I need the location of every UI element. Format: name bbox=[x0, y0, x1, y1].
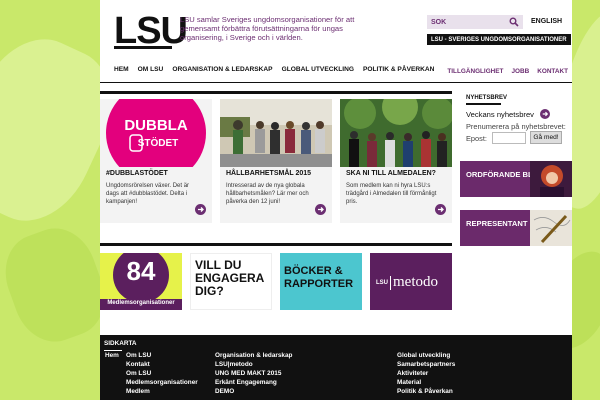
sitemap-link[interactable]: Hem bbox=[105, 351, 119, 360]
search-icon[interactable] bbox=[509, 17, 519, 27]
sitemap-link[interactable]: Politik & Påverkan bbox=[397, 387, 455, 396]
card-title: SKA NI TILL ALMEDALEN? bbox=[346, 170, 436, 177]
sitemap-link[interactable]: DEMO bbox=[215, 387, 292, 396]
card-text: Intresserad av de nya globala hållbarhet… bbox=[226, 183, 309, 205]
sitemap-link[interactable]: Om LSU bbox=[126, 351, 198, 360]
sitemap-link[interactable]: Samarbetspartners bbox=[397, 360, 455, 369]
sitemap-link[interactable]: Kontakt bbox=[126, 360, 198, 369]
sitemap-link[interactable]: Material bbox=[397, 378, 455, 387]
metodo-text: metodo bbox=[393, 274, 438, 290]
sitemap-heading: SIDKARTA bbox=[104, 340, 137, 347]
org-banner: LSU - SVERIGES UNGDOMSORGANISATIONER bbox=[427, 34, 571, 45]
nav-item-tillganglighet[interactable]: TILLGÄNGLIGHET bbox=[447, 68, 503, 75]
search-box bbox=[427, 15, 523, 29]
sitemap-link[interactable]: Om LSU bbox=[126, 369, 198, 378]
section-rule bbox=[100, 91, 452, 94]
subscribe-button[interactable]: Gå med! bbox=[530, 131, 562, 144]
newsletter-link-label: Veckans nyhetsbrev bbox=[466, 109, 534, 119]
nav-item-kontakt[interactable]: KONTAKT bbox=[537, 68, 568, 75]
sitemap-link[interactable]: Aktiviteter bbox=[397, 369, 455, 378]
card-image: DUBBLA STÖDET bbox=[100, 99, 212, 167]
newsletter-heading: NYHETSBREV bbox=[466, 95, 508, 101]
card-image-line-2: STÖDET bbox=[138, 136, 179, 149]
email-label: Epost: bbox=[466, 134, 487, 143]
engagera-text: VILL DU ENGAGERA DIG? bbox=[195, 258, 264, 298]
site-logo[interactable]: LSU bbox=[114, 12, 188, 50]
arrow-right-icon[interactable] bbox=[195, 204, 206, 215]
pen-photo bbox=[530, 210, 572, 246]
sitemap-link[interactable]: Medlemsorganisationer bbox=[126, 378, 198, 387]
nav-item-politik[interactable]: POLITIK & PÅVERKAN bbox=[363, 66, 441, 73]
newsletter-link[interactable]: Veckans nyhetsbrev bbox=[466, 109, 550, 119]
sitemap-link[interactable]: Erkänt Engagemang bbox=[215, 378, 292, 387]
sitemap-col-2: Organisation & ledarskap LSU|metodo UNG … bbox=[215, 351, 292, 396]
logo-underline bbox=[114, 46, 172, 49]
sitemap-link[interactable]: Medlem bbox=[126, 387, 198, 396]
metodo-logo: LSU metodo bbox=[376, 274, 438, 291]
newsletter-underline bbox=[466, 103, 501, 105]
card-text: Som medlem kan ni hyra LSU:s trädgård i … bbox=[346, 183, 437, 205]
metodo-prefix: LSU bbox=[376, 279, 388, 286]
page-container: LSU LSU samlar Sveriges ungdomsorganisat… bbox=[100, 0, 572, 400]
card-image-line-1: DUBBLA bbox=[124, 117, 187, 134]
sitemap-link[interactable]: LSU|metodo bbox=[215, 360, 292, 369]
bocker-text: BÖCKER & RAPPORTER bbox=[284, 265, 354, 290]
nav-item-om-lsu[interactable]: OM LSU bbox=[138, 66, 171, 73]
sitemap-link[interactable]: Organisation & ledarskap bbox=[215, 351, 292, 360]
card-image bbox=[340, 99, 452, 167]
background-shape bbox=[0, 217, 117, 353]
card-title: #DUBBLASTÖDET bbox=[106, 170, 168, 177]
sitemap-footer: SIDKARTA Hem Om LSU Kontakt Om LSU Medle… bbox=[100, 335, 572, 400]
site-tagline: LSU samlar Sveriges ungdomsorganisatione… bbox=[180, 15, 355, 42]
nav-item-hem[interactable]: HEM bbox=[114, 66, 136, 73]
section-rule bbox=[100, 243, 452, 246]
featured-card[interactable]: DUBBLA STÖDET #DUBBLASTÖDET Ungdomsrörel… bbox=[100, 99, 212, 223]
arrow-right-icon[interactable] bbox=[315, 204, 326, 215]
utility-navigation: TILLGÄNGLIGHET JOBB KONTAKT bbox=[447, 68, 568, 75]
arrow-right-icon bbox=[539, 109, 550, 119]
card-image bbox=[220, 99, 332, 167]
sitemap-col-3: Global utveckling Samarbetspartners Akti… bbox=[397, 351, 455, 396]
blogger-photo bbox=[530, 161, 572, 197]
language-link-english[interactable]: ENGLISH bbox=[531, 18, 562, 25]
sitemap-col-1b: Om LSU Kontakt Om LSU Medlemsorganisatio… bbox=[126, 351, 198, 396]
tile-metodo[interactable]: LSU metodo bbox=[370, 253, 452, 310]
blog-link-ordforande[interactable]: ORDFÖRANDE BLOGGEN bbox=[460, 161, 572, 197]
tile-bocker-rapporter[interactable]: BÖCKER & RAPPORTER bbox=[280, 253, 362, 310]
featured-card[interactable]: HÅLLBARHETSMÅL 2015 Intresserad av de ny… bbox=[220, 99, 332, 223]
card-title: HÅLLBARHETSMÅL 2015 bbox=[226, 170, 312, 177]
nav-divider bbox=[100, 82, 572, 83]
member-caption: Medlemsorganisationer bbox=[107, 300, 175, 306]
sitemap-link[interactable]: UNG MED MAKT 2015 bbox=[215, 369, 292, 378]
tile-engagera[interactable]: VILL DU ENGAGERA DIG? bbox=[190, 253, 272, 310]
main-navigation: HEM OM LSU ORGANISATION & LEDARSKAP GLOB… bbox=[114, 66, 443, 73]
blog-link-representant[interactable]: REPRESENTANT BLOGGEN bbox=[460, 210, 572, 246]
search-input[interactable] bbox=[431, 16, 511, 28]
card-text: Ungdomsrörelsen växer. Det är dags att #… bbox=[106, 183, 190, 205]
email-field[interactable] bbox=[492, 132, 526, 144]
featured-card[interactable]: SKA NI TILL ALMEDALEN? Som medlem kan ni… bbox=[340, 99, 452, 223]
nav-item-organisation[interactable]: ORGANISATION & LEDARSKAP bbox=[172, 66, 279, 73]
member-count: 84 bbox=[126, 256, 156, 286]
nav-item-jobb[interactable]: JOBB bbox=[511, 68, 529, 75]
sitemap-link[interactable]: Global utveckling bbox=[397, 351, 455, 360]
nav-item-global[interactable]: GLOBAL UTVECKLING bbox=[282, 66, 361, 73]
arrow-right-icon[interactable] bbox=[435, 204, 446, 215]
subscribe-text: Prenumerera på nyhetsbrevet: bbox=[466, 122, 566, 131]
tile-medlemsorganisationer[interactable]: 84 Medlemsorganisationer bbox=[100, 247, 182, 310]
sitemap-col-1: Hem bbox=[105, 351, 119, 360]
